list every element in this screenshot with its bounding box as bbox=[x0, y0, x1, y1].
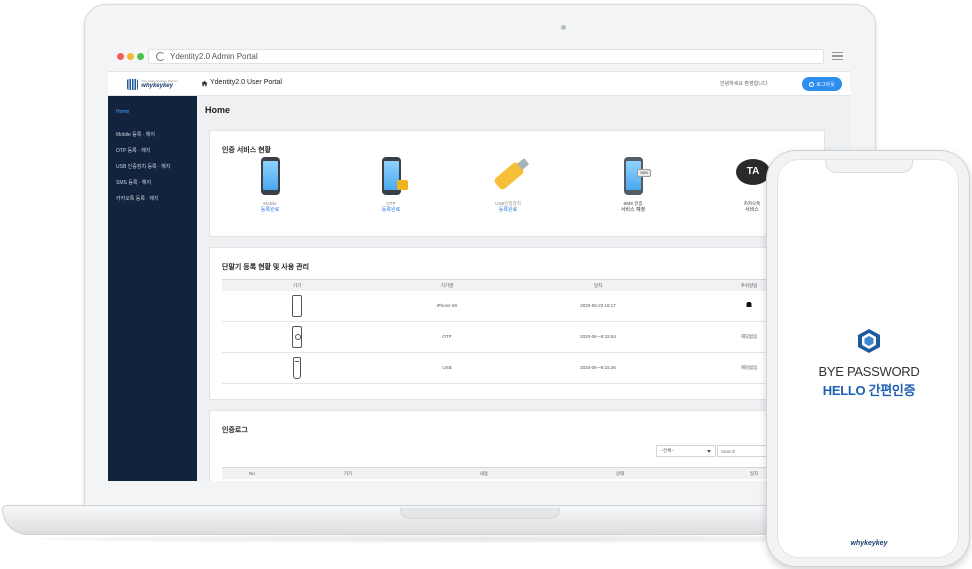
service-status: 등록완료 bbox=[498, 207, 518, 213]
auth-log-card: 인증로그 --전체-- No 기기 내용 상태 일자 bbox=[209, 410, 825, 481]
table-row[interactable]: OTP 2020-06-~8:15:84 해당없음 bbox=[222, 322, 814, 353]
service-mobile[interactable]: Mobile 등록완료 bbox=[240, 155, 300, 214]
auth-service-card: 인증 서비스 현황 Mobile 등록완료 OTP 등록완료 USB인증장치 등… bbox=[209, 130, 825, 237]
product-mockup: Ydentity2.0 Admin Portal Your Authentica… bbox=[0, 0, 972, 569]
kakaotalk-icon: TA bbox=[736, 159, 770, 185]
laptop-notch bbox=[400, 508, 560, 519]
address-text: Ydentity2.0 Admin Portal bbox=[170, 52, 258, 61]
app-header: Your Authentication Partner whykeykey Yd… bbox=[108, 72, 850, 96]
column-header: 내용 bbox=[479, 471, 489, 476]
sidebar-item-home[interactable]: Home bbox=[116, 109, 129, 115]
column-header: 기기 bbox=[343, 471, 353, 476]
logout-button[interactable]: 로그아웃 bbox=[802, 77, 842, 91]
sidebar-item-mobile[interactable]: Mobile 등록 · 해지 bbox=[116, 131, 155, 138]
device-date: 2020-06-23 18:17 bbox=[580, 303, 616, 308]
window-close-button[interactable] bbox=[117, 53, 124, 60]
service-status: 등록완료 bbox=[260, 207, 280, 213]
push-status: 해당없음 bbox=[740, 365, 758, 370]
mobile-screen: BYE PASSWORD HELLO 간편인증 whykeykey bbox=[777, 159, 959, 558]
table-row[interactable]: USB 2020-06-~8:15:26 해당없음 bbox=[222, 353, 814, 384]
device-name: USB bbox=[442, 365, 452, 370]
push-status: 해당없음 bbox=[740, 334, 758, 339]
reload-icon[interactable] bbox=[156, 52, 165, 61]
device-date: 2020-06-~8:15:84 bbox=[580, 334, 616, 339]
app-logo[interactable]: Your Authentication Partner whykeykey bbox=[108, 72, 197, 96]
table-row[interactable]: iPhone 6S 2020-06-23 18:17 bbox=[222, 291, 814, 322]
portal-title: Ydentity2.0 User Portal bbox=[210, 79, 282, 86]
usb-key-icon bbox=[493, 160, 525, 192]
sidebar-item-sms[interactable]: SMS 등록 · 해지 bbox=[116, 179, 151, 186]
browser-toolbar: Ydentity2.0 Admin Portal bbox=[108, 40, 850, 72]
service-section-title: 인증 서비스 현황 bbox=[222, 147, 271, 154]
welcome-message: 안녕하세요 환영합니다. bbox=[720, 81, 769, 87]
logo-text: whykeykey bbox=[141, 82, 173, 89]
device-management-card: 단말기 등록 현황 및 사용 관리 기기 기기명 일자 푸쉬알림 iPhone … bbox=[209, 247, 825, 400]
window-maximize-button[interactable] bbox=[137, 53, 144, 60]
main-content: Home 인증 서비스 현황 Mobile 등록완료 OTP 등록완료 USB인… bbox=[197, 96, 850, 481]
whykeykey-brand-icon bbox=[858, 329, 880, 353]
column-header: 기기 bbox=[292, 283, 302, 288]
column-header: 일자 bbox=[593, 283, 603, 288]
sidebar-item-otp[interactable]: OTP 등록 · 해지 bbox=[116, 147, 150, 154]
bell-icon[interactable] bbox=[746, 302, 752, 307]
laptop-screen: Ydentity2.0 Admin Portal Your Authentica… bbox=[108, 40, 850, 481]
sidebar-item-kakaotalk[interactable]: 카카오톡 등록 · 해지 bbox=[116, 195, 159, 202]
log-table-header: No 기기 내용 상태 일자 bbox=[222, 467, 814, 479]
service-usb[interactable]: USB인증장치 등록완료 bbox=[478, 155, 538, 214]
mobile-phone-icon bbox=[261, 157, 280, 195]
address-bar[interactable]: Ydentity2.0 Admin Portal bbox=[148, 49, 824, 64]
device-date: 2020-06-~8:15:26 bbox=[580, 365, 616, 370]
sidebar-item-usb[interactable]: USB 인증장치 등록 · 해지 bbox=[116, 163, 170, 170]
column-header: No bbox=[249, 471, 255, 476]
device-section-title: 단말기 등록 현황 및 사용 관리 bbox=[222, 264, 310, 271]
usb-device-icon bbox=[293, 357, 301, 379]
otp-device-icon bbox=[292, 326, 302, 348]
slogan-line-1: BYE PASSWORD bbox=[818, 364, 920, 379]
phone-brand-logo: whykeykey bbox=[850, 540, 888, 547]
logo-mark-icon bbox=[127, 78, 139, 90]
service-sms[interactable]: SMS SMS 인증 서비스 예정 bbox=[603, 155, 663, 214]
logout-icon bbox=[809, 81, 815, 87]
home-icon[interactable] bbox=[201, 80, 208, 87]
device-name: OTP bbox=[442, 334, 452, 339]
mobile-phone-frame: BYE PASSWORD HELLO 간편인증 whykeykey bbox=[766, 150, 970, 567]
column-header: 상태 bbox=[615, 471, 625, 476]
log-section-title: 인증로그 bbox=[222, 427, 248, 434]
column-header: 푸쉬알림 bbox=[740, 283, 758, 288]
service-status: 등록완료 bbox=[381, 207, 401, 213]
device-table-header: 기기 기기명 일자 푸쉬알림 bbox=[222, 279, 814, 291]
camera-dot bbox=[561, 25, 566, 30]
lock-icon bbox=[397, 180, 408, 190]
page-title: Home bbox=[205, 105, 231, 115]
window-minimize-button[interactable] bbox=[127, 53, 134, 60]
service-otp[interactable]: OTP 등록완료 bbox=[361, 155, 421, 214]
column-header: 일자 bbox=[749, 471, 759, 476]
device-name: iPhone 6S bbox=[436, 303, 458, 308]
service-status: 서비스 예정 bbox=[620, 207, 646, 213]
column-header: 기기명 bbox=[440, 283, 454, 288]
log-filter-select[interactable]: --전체-- bbox=[656, 445, 716, 457]
slogan-line-2: HELLO 간편인증 bbox=[822, 383, 916, 398]
menu-icon[interactable] bbox=[832, 52, 843, 60]
smartphone-device-icon bbox=[292, 295, 302, 317]
logout-label: 로그아웃 bbox=[816, 81, 835, 88]
sms-badge-icon: SMS bbox=[637, 169, 651, 177]
phone-notch bbox=[825, 160, 913, 173]
sidebar: Home Mobile 등록 · 해지 OTP 등록 · 해지 USB 인증장치… bbox=[108, 96, 197, 481]
